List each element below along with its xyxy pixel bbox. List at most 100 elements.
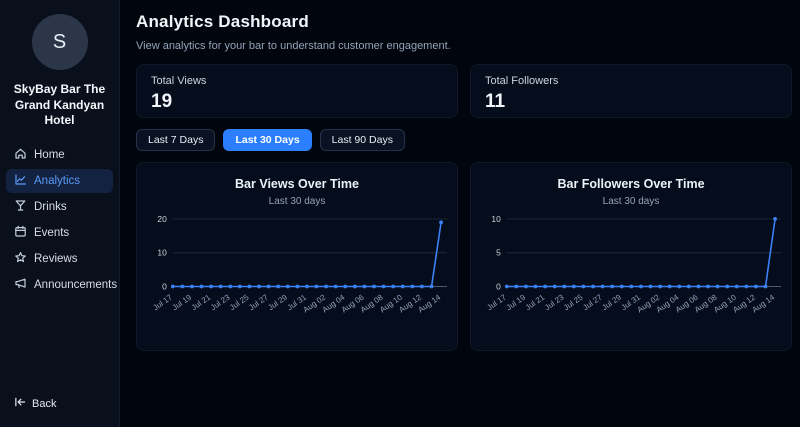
chart-plot: 0510Jul 17Jul 19Jul 21Jul 23Jul 25Jul 27… [471, 209, 791, 354]
martini-glass-icon [14, 199, 27, 215]
megaphone-icon [14, 277, 27, 293]
data-point [276, 285, 280, 289]
data-point [697, 285, 701, 289]
bar-name: SkyBay Bar The Grand Kandyan Hotel [0, 82, 119, 129]
main-content: Analytics Dashboard View analytics for y… [120, 0, 800, 427]
sidebar-item-label: Announcements [34, 279, 117, 291]
time-filter-group: Last 7 Days Last 30 Days Last 90 Days [136, 129, 792, 151]
sidebar-item-home[interactable]: Home [6, 143, 113, 167]
data-point [171, 285, 175, 289]
stat-value: 11 [485, 91, 777, 113]
data-point [620, 285, 624, 289]
sidebar: S SkyBay Bar The Grand Kandyan Hotel Hom… [0, 0, 120, 427]
chart-title: Bar Views Over Time [137, 177, 457, 191]
sidebar-item-analytics[interactable]: Analytics [6, 169, 113, 193]
data-point [439, 220, 443, 224]
sidebar-item-label: Reviews [34, 253, 77, 265]
data-point [372, 285, 376, 289]
data-point [420, 285, 424, 289]
sidebar-item-label: Events [34, 227, 69, 239]
data-point [382, 285, 386, 289]
sidebar-item-drinks[interactable]: Drinks [6, 195, 113, 219]
data-point [209, 285, 213, 289]
data-point [296, 285, 300, 289]
data-point [610, 285, 614, 289]
svg-text:10: 10 [491, 214, 501, 224]
data-point [543, 285, 547, 289]
data-point [534, 285, 538, 289]
analytics-app: S SkyBay Bar The Grand Kandyan Hotel Hom… [0, 0, 800, 427]
sidebar-item-label: Drinks [34, 201, 67, 213]
filter-last-90-days[interactable]: Last 90 Days [320, 129, 405, 151]
sidebar-nav: Home Analytics Drinks Events Reviews Announce… [0, 143, 119, 297]
chart-subtitle: Last 30 days [471, 196, 791, 207]
data-point [687, 285, 691, 289]
data-point [505, 285, 509, 289]
back-label: Back [32, 398, 56, 410]
sidebar-item-label: Analytics [34, 175, 80, 187]
calendar-icon [14, 225, 27, 241]
data-point [219, 285, 223, 289]
data-point [430, 285, 434, 289]
data-point [343, 285, 347, 289]
data-point [363, 285, 367, 289]
data-point [315, 285, 319, 289]
views-line-chart: 01020Jul 17Jul 19Jul 21Jul 23Jul 25Jul 2… [137, 209, 457, 354]
data-point [591, 285, 595, 289]
data-point [257, 285, 261, 289]
svg-text:Jul 25: Jul 25 [562, 292, 585, 312]
sidebar-item-label: Home [34, 149, 65, 161]
data-point [754, 285, 758, 289]
svg-text:20: 20 [157, 214, 167, 224]
page-subtitle: View analytics for your bar to understan… [136, 40, 792, 52]
data-point [353, 285, 357, 289]
svg-text:Jul 29: Jul 29 [600, 292, 623, 312]
data-point [677, 285, 681, 289]
sidebar-item-reviews[interactable]: Reviews [6, 247, 113, 271]
svg-text:Jul 19: Jul 19 [171, 292, 194, 312]
data-point [286, 285, 290, 289]
data-point [773, 217, 777, 221]
data-point [716, 285, 720, 289]
chart-title: Bar Followers Over Time [471, 177, 791, 191]
data-point [706, 285, 710, 289]
views-chart-card: Bar Views Over Time Last 30 days 0 10 20 Ju… [136, 162, 458, 351]
svg-text:Jul 23: Jul 23 [543, 292, 566, 312]
filter-last-30-days[interactable]: Last 30 Days [223, 129, 311, 151]
chart-plot: 01020Jul 17Jul 19Jul 21Jul 23Jul 25Jul 2… [137, 209, 457, 354]
svg-text:5: 5 [496, 248, 501, 258]
sidebar-item-events[interactable]: Events [6, 221, 113, 245]
data-point [228, 285, 232, 289]
followers-chart-card: Bar Followers Over Time Last 30 days 0 5 1… [470, 162, 792, 351]
svg-text:Jul 27: Jul 27 [247, 292, 270, 312]
data-point [190, 285, 194, 289]
data-point [305, 285, 309, 289]
svg-text:Aug 14: Aug 14 [416, 292, 442, 314]
svg-text:Jul 23: Jul 23 [209, 292, 232, 312]
data-point [200, 285, 204, 289]
data-point [735, 285, 739, 289]
analytics-icon [14, 173, 27, 189]
arrow-left-icon [14, 396, 26, 411]
data-point [248, 285, 252, 289]
data-point [267, 285, 271, 289]
svg-text:0: 0 [496, 281, 501, 291]
filter-last-7-days[interactable]: Last 7 Days [136, 129, 215, 151]
avatar: S [32, 14, 88, 70]
stat-value: 19 [151, 91, 443, 113]
data-point [401, 285, 405, 289]
data-point [639, 285, 643, 289]
star-icon [14, 251, 27, 267]
svg-text:10: 10 [157, 248, 167, 258]
stat-label: Total Views [151, 75, 443, 87]
sidebar-item-announcements[interactable]: Announcements [6, 273, 113, 297]
svg-text:Jul 17: Jul 17 [485, 292, 508, 312]
page-title: Analytics Dashboard [136, 12, 792, 32]
back-button[interactable]: Back [14, 396, 56, 411]
svg-text:Jul 19: Jul 19 [505, 292, 528, 312]
total-followers-card: Total Followers 11 [470, 64, 792, 118]
chart-subtitle: Last 30 days [137, 196, 457, 207]
charts-row: Bar Views Over Time Last 30 days 0 10 20 Ju… [136, 162, 792, 351]
svg-text:0: 0 [162, 281, 167, 291]
data-point [334, 285, 338, 289]
